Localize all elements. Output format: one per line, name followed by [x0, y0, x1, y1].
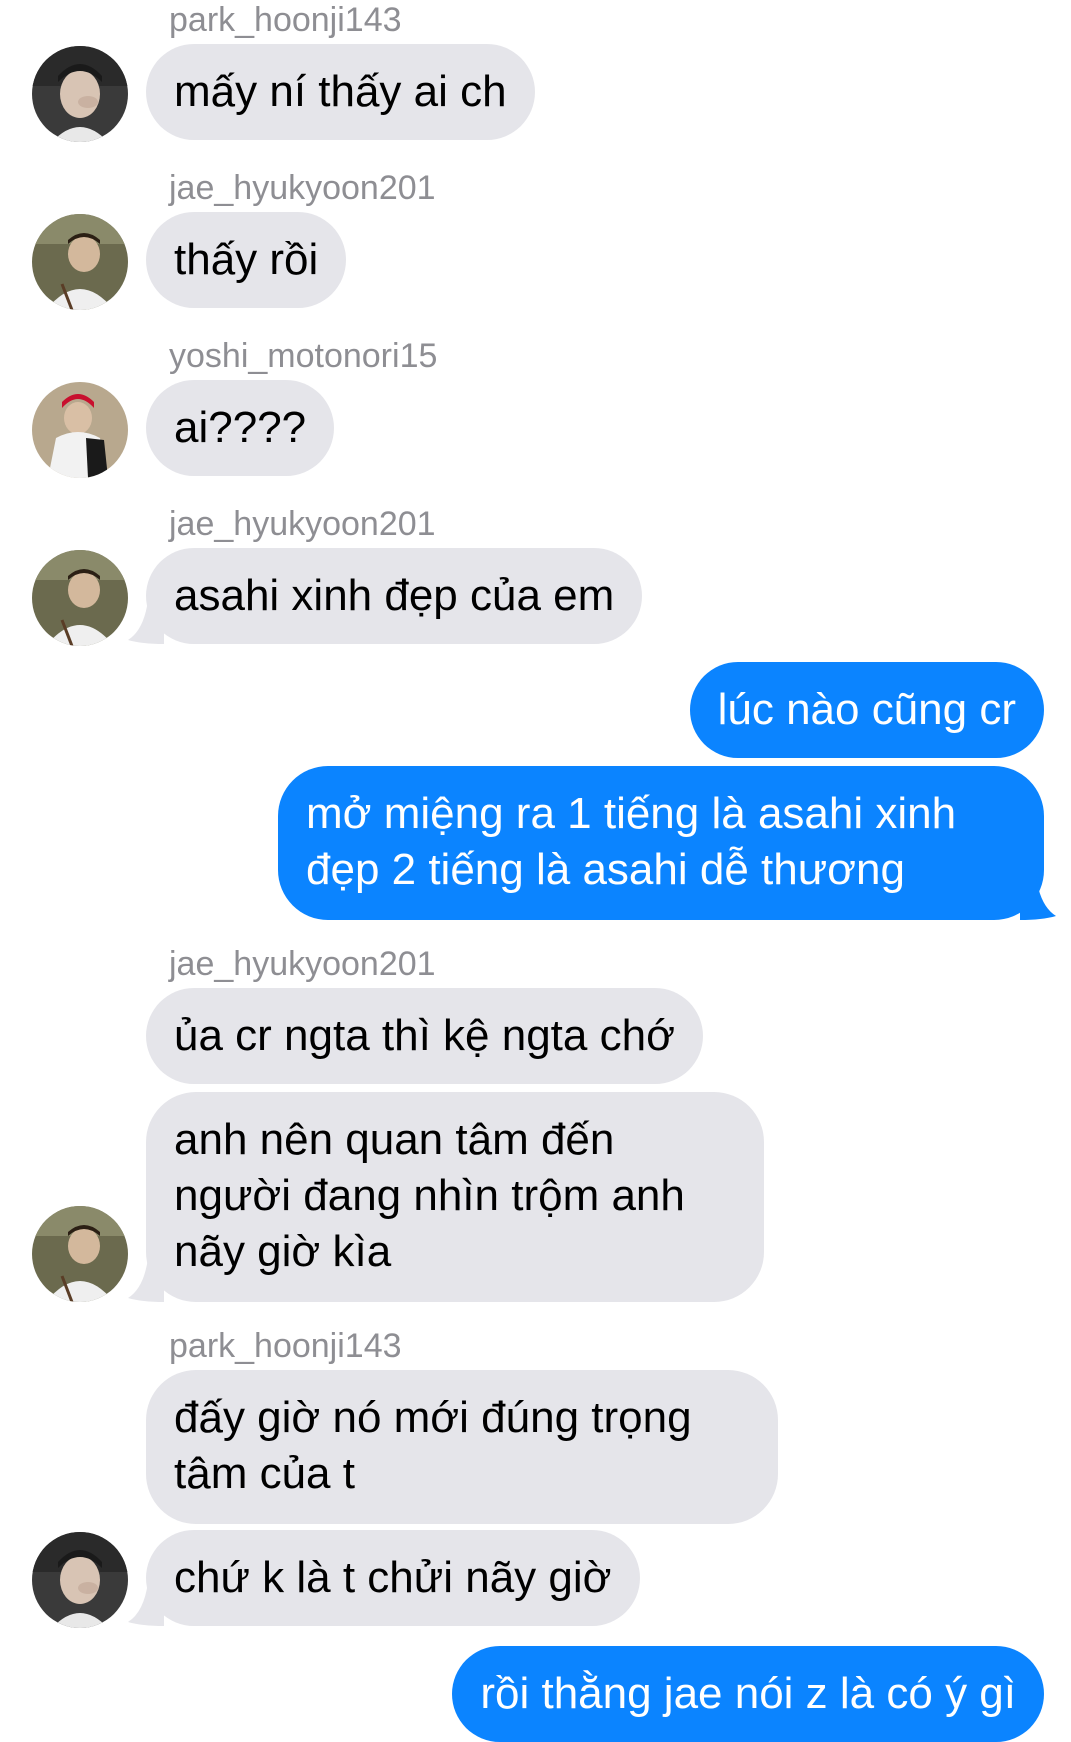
- avatar-jae-hyukyoon[interactable]: [32, 214, 128, 310]
- avatar-park-hoonji[interactable]: [32, 1532, 128, 1628]
- message-bubble-incoming[interactable]: thấy rồi: [146, 212, 347, 308]
- sender-name: yoshi_motonori15: [169, 337, 438, 375]
- sender-name: jae_hyukyoon201: [169, 505, 436, 543]
- avatar-park-hoonji[interactable]: [32, 46, 128, 142]
- message-bubble-incoming[interactable]: chứ k là t chửi nãy giờ: [146, 1530, 640, 1626]
- message-line: tâm của t: [174, 1449, 355, 1498]
- bubble-tail: [1020, 876, 1056, 920]
- message-bubble-incoming[interactable]: anh nên quan tâm đến người đang nhìn trộ…: [146, 1092, 764, 1302]
- avatar-jae-hyukyoon[interactable]: [32, 1206, 128, 1302]
- message-bubble-incoming[interactable]: ủa cr ngta thì kệ ngta chớ: [146, 988, 703, 1084]
- bubble-tail: [128, 600, 164, 644]
- sender-name: park_hoonji143: [169, 1327, 402, 1365]
- message-line: anh nên quan tâm đến: [174, 1115, 615, 1164]
- message-line: người đang nhìn trộm anh: [174, 1171, 685, 1220]
- avatar-yoshi-motonori[interactable]: [32, 382, 128, 478]
- avatar-jae-hyukyoon[interactable]: [32, 550, 128, 646]
- message-line: nãy giờ kìa: [174, 1227, 392, 1276]
- message-bubble-incoming[interactable]: đấy giờ nó mới đúng trọng tâm của t: [146, 1370, 778, 1524]
- message-line: đẹp 2 tiếng là asahi dễ thương: [306, 845, 905, 894]
- message-bubble-outgoing[interactable]: mở miệng ra 1 tiếng là asahi xinh đẹp 2 …: [278, 766, 1044, 920]
- message-bubble-incoming[interactable]: ai????: [146, 380, 335, 476]
- bubble-tail: [128, 1582, 164, 1626]
- message-bubble-incoming[interactable]: mấy ní thấy ai ch: [146, 44, 535, 140]
- message-line: đấy giờ nó mới đúng trọng: [174, 1393, 692, 1442]
- sender-name: jae_hyukyoon201: [169, 945, 436, 983]
- bubble-tail: [128, 1258, 164, 1302]
- message-bubble-outgoing[interactable]: rồi thằng jae nói z là có ý gì: [452, 1646, 1044, 1742]
- sender-name: park_hoonji143: [169, 1, 402, 39]
- sender-name: jae_hyukyoon201: [169, 169, 436, 207]
- message-line: mở miệng ra 1 tiếng là asahi xinh: [306, 789, 957, 838]
- message-bubble-incoming[interactable]: asahi xinh đẹp của em: [146, 548, 643, 644]
- message-bubble-outgoing[interactable]: lúc nào cũng cr: [689, 662, 1044, 758]
